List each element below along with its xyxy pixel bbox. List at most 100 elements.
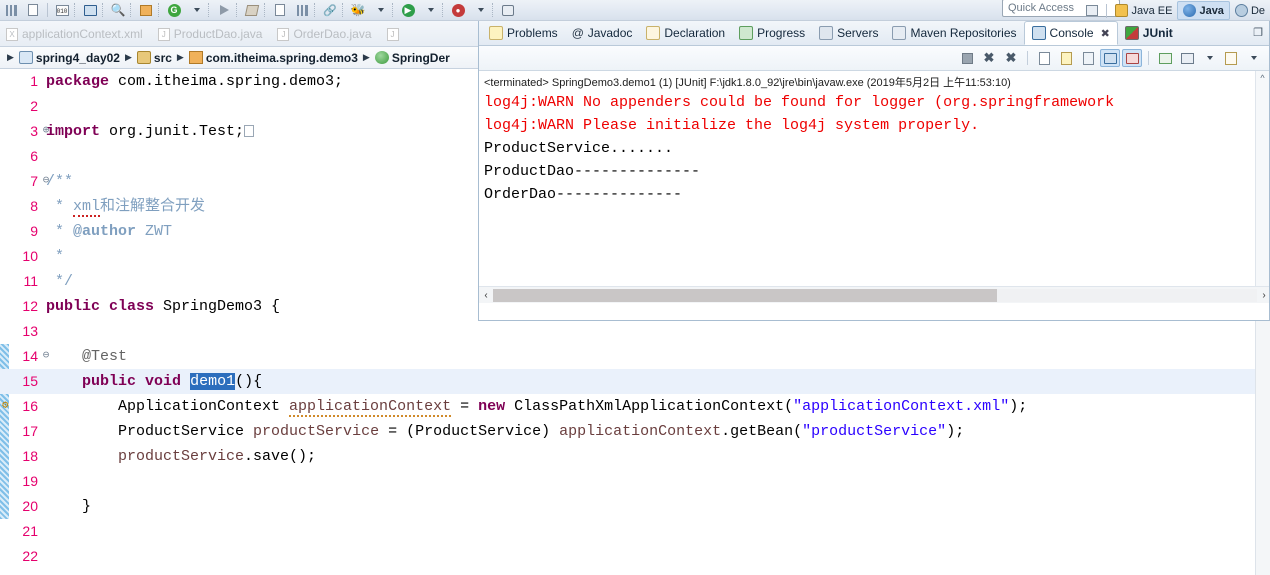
run-dropdown-icon[interactable]	[420, 2, 440, 19]
code-line[interactable]: 16 ApplicationContext applicationContext…	[0, 394, 1270, 419]
perspective-debug[interactable]: De	[1230, 1, 1270, 20]
view-tab-junit[interactable]: JUnit	[1118, 21, 1180, 45]
code-text: import org.junit.Test;	[46, 119, 255, 144]
coverage-dropdown-icon[interactable]	[470, 2, 490, 19]
code-line[interactable]: 17 ProductService productService = (Prod…	[0, 419, 1270, 444]
perspective-java[interactable]: Java	[1177, 1, 1230, 20]
print-icon[interactable]	[23, 2, 43, 19]
word-wrap-icon[interactable]	[1078, 49, 1098, 67]
code-line[interactable]: 21	[0, 519, 1270, 544]
breadcrumb-separator: ▶	[124, 52, 132, 62]
show-console-on-error-icon[interactable]	[1122, 49, 1142, 67]
breadcrumb-separator: ▶	[176, 52, 184, 62]
debug-dropdown-icon[interactable]	[370, 2, 390, 19]
quick-fix-bulb-icon[interactable]: ⚙	[2, 399, 16, 413]
code-token: xml	[73, 198, 101, 217]
search-icon[interactable]: 🔍	[108, 2, 128, 19]
code-token: *	[46, 248, 65, 265]
console-vertical-scrollbar[interactable]: ^	[1255, 71, 1269, 303]
external-tools-icon[interactable]	[498, 2, 518, 19]
breadcrumb-item-src[interactable]: src	[136, 51, 172, 65]
line-number: 17	[22, 423, 38, 439]
code-token: ZWT	[136, 223, 173, 240]
scroll-left-arrow[interactable]: ‹	[479, 290, 493, 301]
flag-icon[interactable]	[214, 2, 234, 19]
code-line[interactable]: 15 public void demo1(){	[0, 369, 1270, 394]
view-tab-maven-repositories[interactable]: Maven Repositories	[885, 21, 1023, 45]
coverage-icon[interactable]: ●	[448, 2, 468, 19]
editor-tab-ProductDao-java[interactable]: J ProductDao.java	[152, 22, 272, 46]
display-selected-console-dropdown-icon[interactable]	[1199, 49, 1219, 67]
code-token: *	[46, 198, 74, 215]
terminal-icon[interactable]	[80, 2, 100, 19]
remove-all-terminated-icon[interactable]: ✖	[1001, 49, 1021, 67]
toolbar-dotted-separator	[264, 3, 268, 17]
close-icon[interactable]: ✖	[1101, 27, 1110, 40]
google-icon[interactable]: G	[164, 2, 184, 19]
link-icon[interactable]: 🔗	[320, 2, 340, 19]
code-text: /**	[46, 169, 73, 194]
console-lines: log4j:WARN No appenders could be found f…	[479, 91, 1269, 206]
display-selected-console-icon[interactable]	[1177, 49, 1197, 67]
pin-console-icon[interactable]	[1155, 49, 1175, 67]
code-text: *	[46, 244, 64, 269]
line-number: 11	[23, 273, 38, 289]
view-tab-javadoc[interactable]: @ Javadoc	[565, 21, 640, 45]
console-output-area[interactable]: <terminated> SpringDemo3.demo1 (1) [JUni…	[479, 71, 1269, 303]
perspective-java-ee[interactable]: Java EE	[1110, 1, 1177, 20]
code-line[interactable]: 20 }	[0, 494, 1270, 519]
code-line[interactable]: 22	[0, 544, 1270, 569]
breadcrumb-label: SpringDer	[391, 50, 450, 65]
line-number: 10	[22, 248, 38, 264]
breadcrumb-item-package[interactable]: com.itheima.spring.demo3	[188, 50, 358, 65]
open-perspective-icon[interactable]	[1082, 2, 1102, 19]
view-tab-console[interactable]: Console ✖	[1023, 21, 1118, 45]
view-tab-servers[interactable]: Servers	[812, 21, 885, 45]
code-text: @Test	[46, 344, 127, 369]
remove-launch-icon[interactable]: ✖	[979, 49, 999, 67]
editor-tab-SpringDemo3-java[interactable]: J	[381, 22, 412, 46]
collapsed-import-icon[interactable]	[244, 125, 255, 137]
debug-icon[interactable]: 🐝	[348, 2, 368, 19]
terminate-icon[interactable]	[957, 49, 977, 67]
scroll-right-arrow[interactable]: ›	[1257, 290, 1269, 301]
code-line[interactable]: 14 ⊖ @Test	[0, 344, 1270, 369]
show-console-on-output-icon[interactable]	[1100, 49, 1120, 67]
document-icon[interactable]	[270, 2, 290, 19]
open-console-dropdown-icon[interactable]	[1243, 49, 1263, 67]
editor-tab-applicationContext-xml[interactable]: X applicationContext.xml	[0, 22, 152, 46]
package-explorer-icon[interactable]	[136, 2, 156, 19]
code-token: /**	[46, 173, 74, 190]
code-line[interactable]: 19	[0, 469, 1270, 494]
scroll-lock-icon[interactable]	[1056, 49, 1076, 67]
run-icon[interactable]: ▶	[398, 2, 418, 19]
view-tab-problems[interactable]: Problems	[482, 21, 565, 45]
pen-icon[interactable]	[242, 2, 262, 19]
maximize-icon[interactable]: ❐	[1253, 26, 1263, 39]
view-tab-declaration[interactable]: Declaration	[639, 21, 732, 45]
breadcrumb-label: com.itheima.spring.demo3	[205, 50, 358, 65]
new-remote-debug-icon[interactable]: 010	[52, 2, 72, 19]
editor-tab-OrderDao-java[interactable]: J OrderDao.java	[271, 22, 380, 46]
save-all-icon[interactable]	[1, 2, 21, 19]
open-console-icon[interactable]	[1221, 49, 1241, 67]
google-dropdown-icon[interactable]	[186, 2, 206, 19]
clear-console-icon[interactable]	[1034, 49, 1054, 67]
code-line[interactable]: 13	[0, 319, 1270, 344]
problems-icon	[489, 26, 503, 40]
console-horizontal-scrollbar[interactable]: ‹ ›	[479, 286, 1269, 303]
code-line[interactable]: 23	[0, 569, 1270, 575]
perspective-label: De	[1250, 4, 1265, 17]
line-number: 13	[22, 323, 38, 339]
scroll-thumb[interactable]	[493, 288, 998, 302]
chart-icon[interactable]	[292, 2, 312, 19]
code-text: * @author ZWT	[46, 219, 172, 244]
breadcrumb-item-class[interactable]: SpringDer	[374, 50, 450, 65]
java-file-icon: J	[277, 27, 290, 41]
code-line[interactable]: 18 productService.save();	[0, 444, 1270, 469]
view-tab-progress[interactable]: Progress	[732, 21, 812, 45]
scroll-up-arrow[interactable]: ^	[1256, 71, 1269, 85]
breadcrumb-item-project[interactable]: spring4_day02	[18, 51, 120, 65]
line-number: 6	[30, 148, 38, 164]
scroll-track[interactable]	[493, 288, 1257, 302]
